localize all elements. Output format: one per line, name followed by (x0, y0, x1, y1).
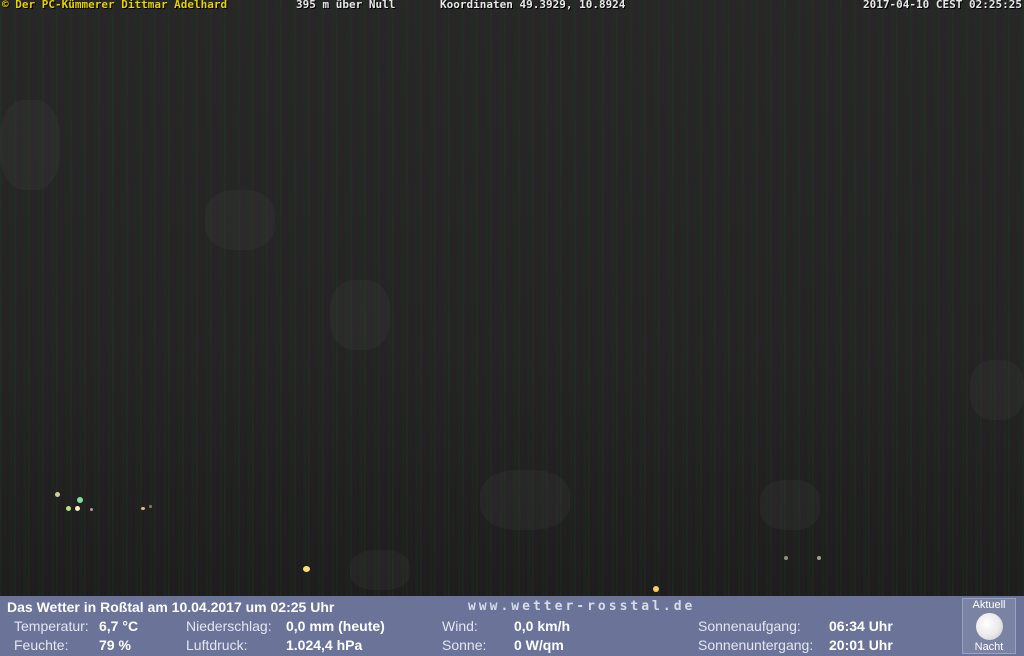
humidity-value: 79 % (99, 637, 131, 653)
sunset-value: 20:01 Uhr (829, 637, 893, 653)
temperature-label: Temperatur: (14, 618, 89, 634)
noise-patch (330, 280, 390, 350)
weather-info-bar: Das Wetter in Roßtal am 10.04.2017 um 02… (0, 596, 1024, 656)
noise-patch (205, 190, 275, 250)
distant-light (77, 497, 83, 503)
moon-top-label: Aktuell (972, 599, 1006, 611)
distant-light (653, 586, 659, 592)
altitude-text: 395 m über Null (296, 0, 396, 11)
webcam-night-image (0, 0, 1024, 596)
timestamp-text: 2017-04-10 CEST 02:25:25 (863, 0, 1022, 11)
distant-light (784, 556, 788, 560)
noise-patch (970, 360, 1024, 420)
distant-light (75, 506, 80, 511)
sun-value: 0 W/qm (514, 637, 564, 653)
pressure-value: 1.024,4 hPa (286, 637, 363, 653)
full-moon-icon (976, 613, 1003, 640)
distant-light (90, 508, 93, 511)
distant-light (55, 492, 60, 497)
noise-patch (760, 480, 820, 530)
humidity-label: Feuchte: (14, 637, 69, 653)
sunset-label: Sonnenuntergang: (698, 637, 814, 653)
distant-light (149, 505, 152, 508)
moon-bottom-label: Nacht (974, 641, 1004, 653)
moon-phase-box: Aktuell Nacht (962, 598, 1016, 654)
website-url: www.wetter-rosstal.de (468, 599, 696, 614)
weather-title: Das Wetter in Roßtal am 10.04.2017 um 02… (7, 599, 335, 615)
precipitation-label: Niederschlag: (186, 618, 272, 634)
coordinates-text: Koordinaten 49.3929, 10.8924 (440, 0, 626, 11)
distant-light (817, 556, 821, 560)
noise-patch (350, 550, 410, 590)
noise-patch (0, 100, 60, 190)
camera-info-overlay: © Der PC-Kümmerer Dittmar Adelhard 395 m… (0, 0, 1024, 11)
sunrise-value: 06:34 Uhr (829, 618, 893, 634)
copyright-text: © Der PC-Kümmerer Dittmar Adelhard (2, 0, 228, 11)
distant-light (303, 566, 310, 572)
wind-label: Wind: (442, 618, 478, 634)
distant-light (66, 506, 71, 511)
sunrise-label: Sonnenaufgang: (698, 618, 801, 634)
precipitation-value: 0,0 mm (heute) (286, 618, 385, 634)
distant-light (141, 507, 145, 510)
temperature-value: 6,7 °C (99, 618, 139, 634)
noise-patch (480, 470, 570, 530)
wind-value: 0,0 km/h (514, 618, 571, 634)
sun-label: Sonne: (442, 637, 487, 653)
pressure-label: Luftdruck: (186, 637, 248, 653)
